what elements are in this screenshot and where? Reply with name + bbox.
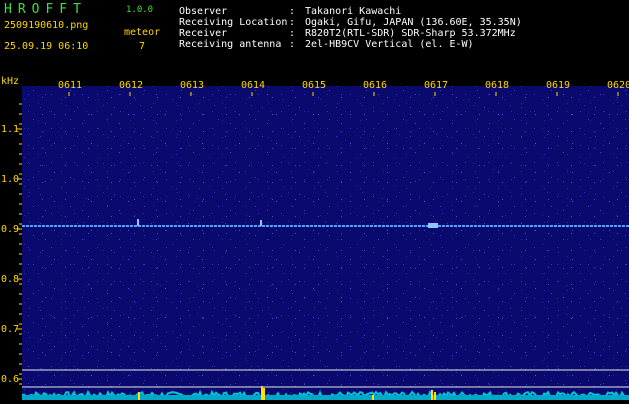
app-version: 1.0.0 [126, 5, 154, 15]
frequency-tick-label: 0.8 [1, 274, 20, 285]
info-key-receiver: Receiver [179, 28, 228, 39]
app-brand: HROFFT [4, 2, 87, 17]
spectrogram-svg [0, 86, 629, 400]
spectrum-peak [372, 395, 374, 400]
spectrogram-panel: kHz 0611 0612 0613 0614 0615 0616 0617 0618 0619… [0, 74, 629, 400]
frequency-tick-label: 0.7 [1, 324, 20, 335]
meteor-echo [260, 220, 262, 226]
time-tick-label: 0614 [241, 80, 266, 91]
info-sep: : [289, 39, 296, 50]
meteor-echo [428, 223, 438, 228]
time-tick-label: 0616 [363, 80, 388, 91]
info-sep: : [289, 6, 296, 17]
spectrum-peak [138, 392, 140, 400]
frequency-tick-label: 0.9 [1, 224, 20, 235]
header-panel: HROFFT 1.0.0 2509190610.png meteor 25.09… [0, 0, 629, 74]
info-key-location: Receiving Location [179, 17, 288, 28]
meteor-count: 7 [139, 41, 146, 52]
spectrum-fill [22, 395, 629, 400]
spectrum-peak [263, 388, 265, 400]
time-tick-label: 0613 [180, 80, 205, 91]
time-tick-label: 0618 [485, 80, 510, 91]
time-tick-label: 0615 [302, 80, 327, 91]
info-key-antenna: Receiving antenna [179, 39, 282, 50]
frequency-tick-label: 0.6 [1, 374, 20, 385]
meteor-label: meteor [124, 27, 161, 38]
meteor-echo [137, 219, 139, 226]
time-tick-label: 0611 [58, 80, 83, 91]
frequency-unit-label: kHz [1, 76, 20, 87]
info-key-observer: Observer [179, 6, 228, 17]
spectrum-peak [261, 386, 263, 400]
spectrogram-noise-fine [22, 86, 629, 400]
info-value-location: Ogaki, Gifu, JAPAN (136.60E, 35.35N) [305, 17, 522, 28]
spectrum-peak [434, 392, 436, 400]
info-value-antenna: 2el-HB9CV Vertical (el. E-W) [305, 39, 474, 50]
file-name: 2509190610.png [4, 20, 89, 31]
info-sep: : [289, 28, 296, 39]
time-tick-label: 0619 [546, 80, 571, 91]
capture-datetime: 25.09.19 06:10 [4, 41, 89, 52]
time-tick-label: 0620 [607, 80, 629, 91]
frequency-tick-label: 1.0 [1, 174, 20, 185]
info-value-observer: Takanori Kawachi [305, 6, 402, 17]
info-value-receiver: R820T2(RTL-SDR) SDR-Sharp 53.372MHz [305, 28, 516, 39]
time-tick-label: 0612 [119, 80, 144, 91]
time-tick-label: 0617 [424, 80, 449, 91]
spectrum-peak [431, 390, 433, 400]
frequency-tick-label: 1.1 [1, 124, 20, 135]
info-sep: : [289, 17, 296, 28]
